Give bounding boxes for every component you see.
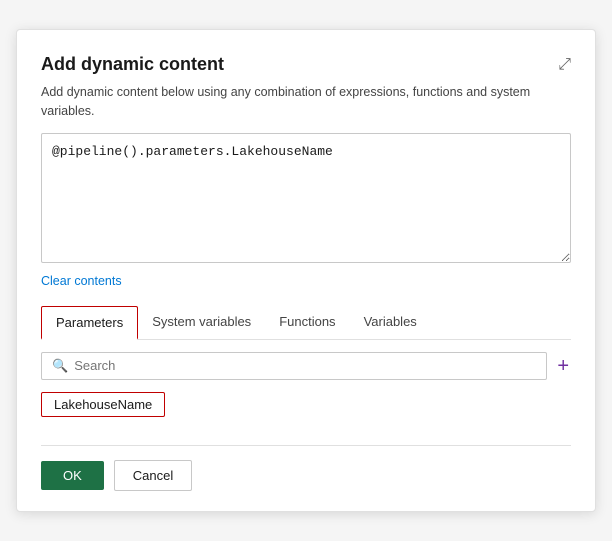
param-item-lakehouse-name[interactable]: LakehouseName bbox=[41, 392, 165, 417]
expand-icon[interactable]: ⤢ bbox=[558, 56, 571, 74]
footer-separator bbox=[41, 445, 571, 446]
tab-variables[interactable]: Variables bbox=[350, 306, 431, 339]
add-dynamic-content-dialog: Add dynamic content ⤢ Add dynamic conten… bbox=[16, 29, 596, 512]
expression-textarea[interactable] bbox=[41, 133, 571, 263]
ok-button[interactable]: OK bbox=[41, 461, 104, 490]
dialog-header: Add dynamic content ⤢ bbox=[41, 54, 571, 75]
clear-contents-button[interactable]: Clear contents bbox=[41, 274, 122, 288]
params-list: LakehouseName bbox=[41, 392, 571, 425]
search-input[interactable] bbox=[74, 358, 536, 373]
dialog-title: Add dynamic content bbox=[41, 54, 224, 75]
search-row: 🔍 + bbox=[41, 352, 571, 380]
tab-system-variables[interactable]: System variables bbox=[138, 306, 265, 339]
add-parameter-button[interactable]: + bbox=[555, 356, 571, 376]
footer-buttons: OK Cancel bbox=[41, 460, 571, 491]
search-box: 🔍 bbox=[41, 352, 547, 380]
tab-functions[interactable]: Functions bbox=[265, 306, 349, 339]
tab-parameters[interactable]: Parameters bbox=[41, 306, 138, 340]
search-icon: 🔍 bbox=[52, 358, 68, 374]
dialog-description: Add dynamic content below using any comb… bbox=[41, 83, 571, 121]
cancel-button[interactable]: Cancel bbox=[114, 460, 192, 491]
tabs-bar: Parameters System variables Functions Va… bbox=[41, 306, 571, 340]
